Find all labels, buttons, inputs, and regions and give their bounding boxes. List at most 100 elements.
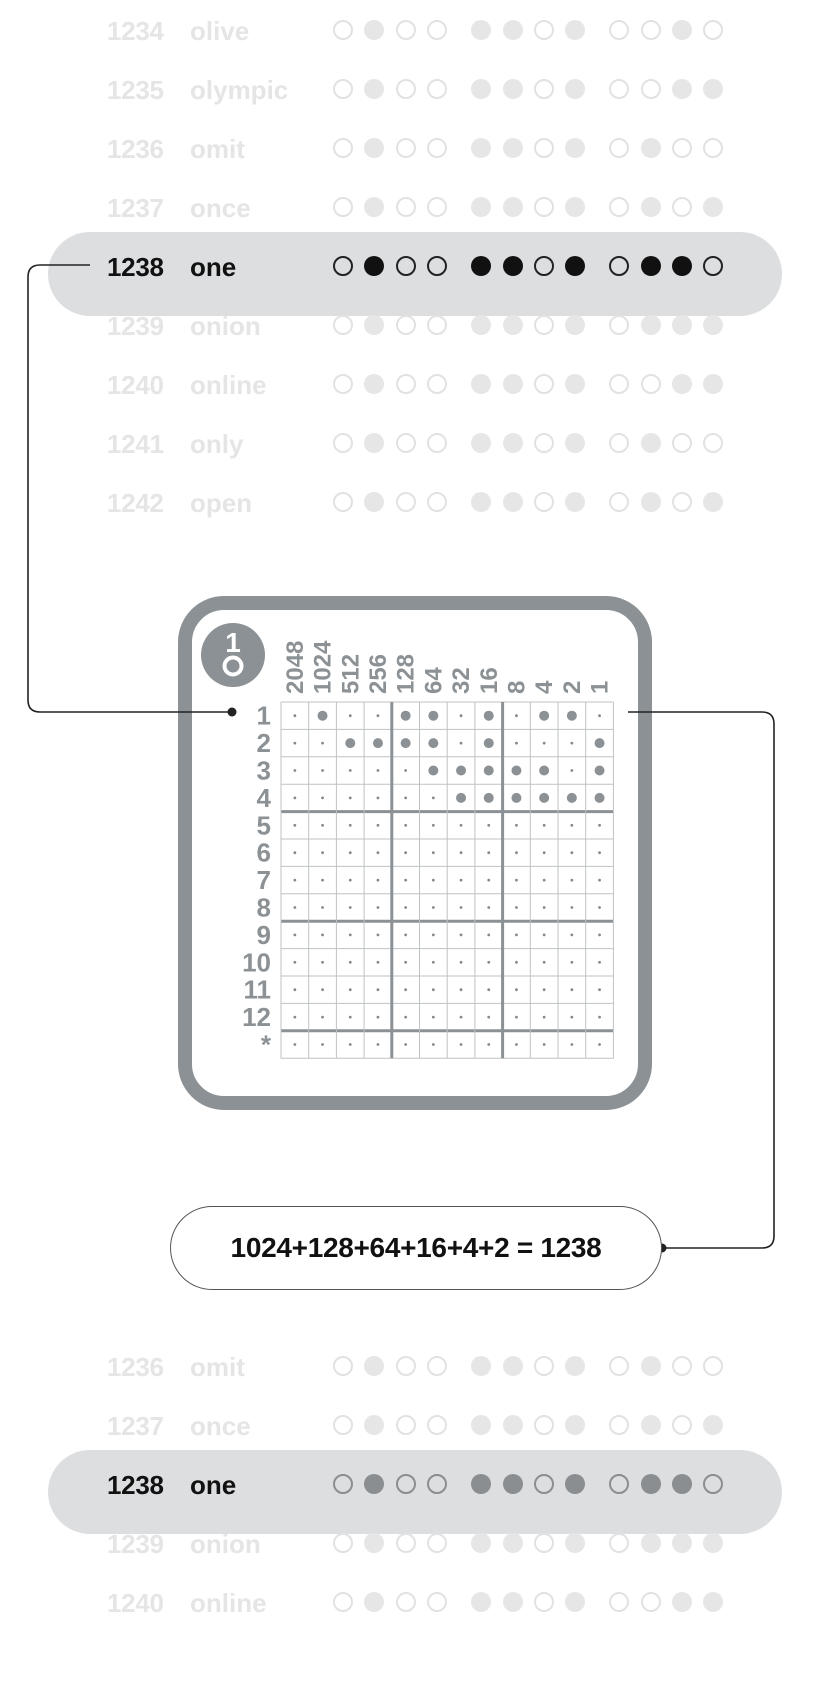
bit-dot-filled (471, 1474, 492, 1494)
bit-dot-empty (426, 20, 447, 40)
cell-dot (348, 851, 352, 855)
cell-dot (515, 988, 518, 992)
cell-dot (404, 878, 408, 882)
bit-dot-filled (640, 433, 661, 453)
cell-dot (404, 769, 408, 772)
bit-dot-filled (364, 1533, 385, 1553)
word-text: once (190, 193, 251, 223)
column-header: 32 (448, 667, 475, 694)
bit-dot-filled (640, 492, 661, 512)
bit-dot-filled (502, 1474, 523, 1494)
cell-dot (431, 933, 435, 937)
word-row: 1234 olive (0, 14, 828, 73)
cell-dot (515, 933, 518, 937)
cell-dot (376, 933, 380, 937)
word-text: one (190, 1470, 237, 1500)
cell-dot (431, 988, 435, 992)
cell-dot (404, 823, 408, 827)
bit-dot-filled (471, 492, 492, 512)
cell-dot (293, 878, 297, 882)
bit-dot-empty (533, 256, 554, 276)
bit-dot-empty (609, 374, 630, 394)
bit-dot-filled (565, 1592, 586, 1612)
bit-dot-empty (609, 1356, 630, 1376)
bit-dot-empty (333, 197, 353, 217)
bit-dot-filled (364, 79, 385, 99)
bit-dot-empty (640, 1592, 661, 1612)
bit-dot-filled (471, 79, 492, 99)
bit-dot-empty (640, 79, 661, 99)
cell-dot (459, 988, 463, 992)
bit-dot-filled (502, 1356, 523, 1376)
bit-dot-empty (333, 1415, 353, 1435)
bit-dot-filled (502, 79, 523, 99)
bit-dot-empty (533, 79, 554, 99)
bit-dot-filled (565, 433, 586, 453)
sum-box: 1024+128+64+16+4+2 = 1238 (170, 1206, 662, 1290)
bit-dot-empty (672, 138, 692, 158)
cell-dot (542, 823, 546, 827)
cell-dot (515, 1015, 518, 1019)
bit-dot-empty (609, 1415, 630, 1435)
column-header: 512 (337, 654, 364, 694)
cell-dot (459, 851, 463, 855)
cell-dot (515, 906, 518, 909)
bit-dot-empty (703, 138, 724, 158)
cell-dot (459, 933, 463, 937)
bit-dot-filled (364, 433, 385, 453)
cell-dot (570, 1015, 574, 1019)
cell-dot (487, 988, 491, 992)
bit-dots (333, 197, 724, 221)
cell-dot (321, 878, 324, 882)
bit-dots (333, 492, 724, 516)
bit-dot-filled (640, 1533, 661, 1553)
bit-dot-empty (640, 20, 661, 40)
bit-dot-filled (672, 1533, 692, 1553)
bit-dot-empty (533, 433, 554, 453)
cell-dot (542, 1043, 546, 1046)
cell-dot (570, 878, 574, 882)
cell-dot (293, 960, 297, 964)
cell-mark-filled (511, 765, 522, 776)
word-row: 1236 omit (0, 1350, 828, 1409)
cell-dot (376, 796, 380, 800)
cell-dot (376, 1015, 380, 1019)
cell-dot (293, 796, 297, 800)
bit-dot-empty (395, 1474, 416, 1494)
cell-dot (348, 960, 352, 964)
cell-dot (431, 1015, 435, 1019)
cell-dot (348, 1015, 352, 1019)
bit-dot-filled (672, 315, 692, 335)
bit-dot-empty (333, 374, 353, 394)
bit-dot-empty (672, 492, 692, 512)
cell-dot (404, 1015, 408, 1019)
bit-dot-empty (533, 315, 554, 335)
bit-dot-empty (426, 1356, 447, 1376)
bit-dot-empty (533, 492, 554, 512)
bit-dot-empty (609, 433, 630, 453)
cell-dot (376, 988, 380, 992)
cell-dot (542, 906, 546, 909)
row-label: 3 (257, 756, 271, 786)
bit-dot-empty (333, 1533, 353, 1553)
bit-dot-empty (395, 138, 416, 158)
bit-dot-filled (364, 374, 385, 394)
word-text: once (190, 1411, 251, 1441)
word-index: 1234 (107, 16, 164, 46)
cell-mark-filled (456, 765, 467, 776)
word-text: omit (190, 134, 245, 164)
cell-dot (404, 960, 408, 964)
cell-dot (404, 988, 408, 992)
cell-mark-filled (483, 765, 494, 776)
cell-dot (404, 906, 408, 909)
cell-dot (487, 906, 491, 909)
bit-dot-empty (333, 79, 353, 99)
cell-dot (376, 714, 380, 718)
bit-dot-empty (395, 374, 416, 394)
bit-dot-empty (609, 1474, 630, 1494)
cell-dot (515, 851, 518, 855)
column-header: 1 (587, 681, 614, 694)
bit-dot-filled (502, 1415, 523, 1435)
cell-mark-filled (483, 738, 494, 749)
bit-dot-filled (471, 20, 492, 40)
